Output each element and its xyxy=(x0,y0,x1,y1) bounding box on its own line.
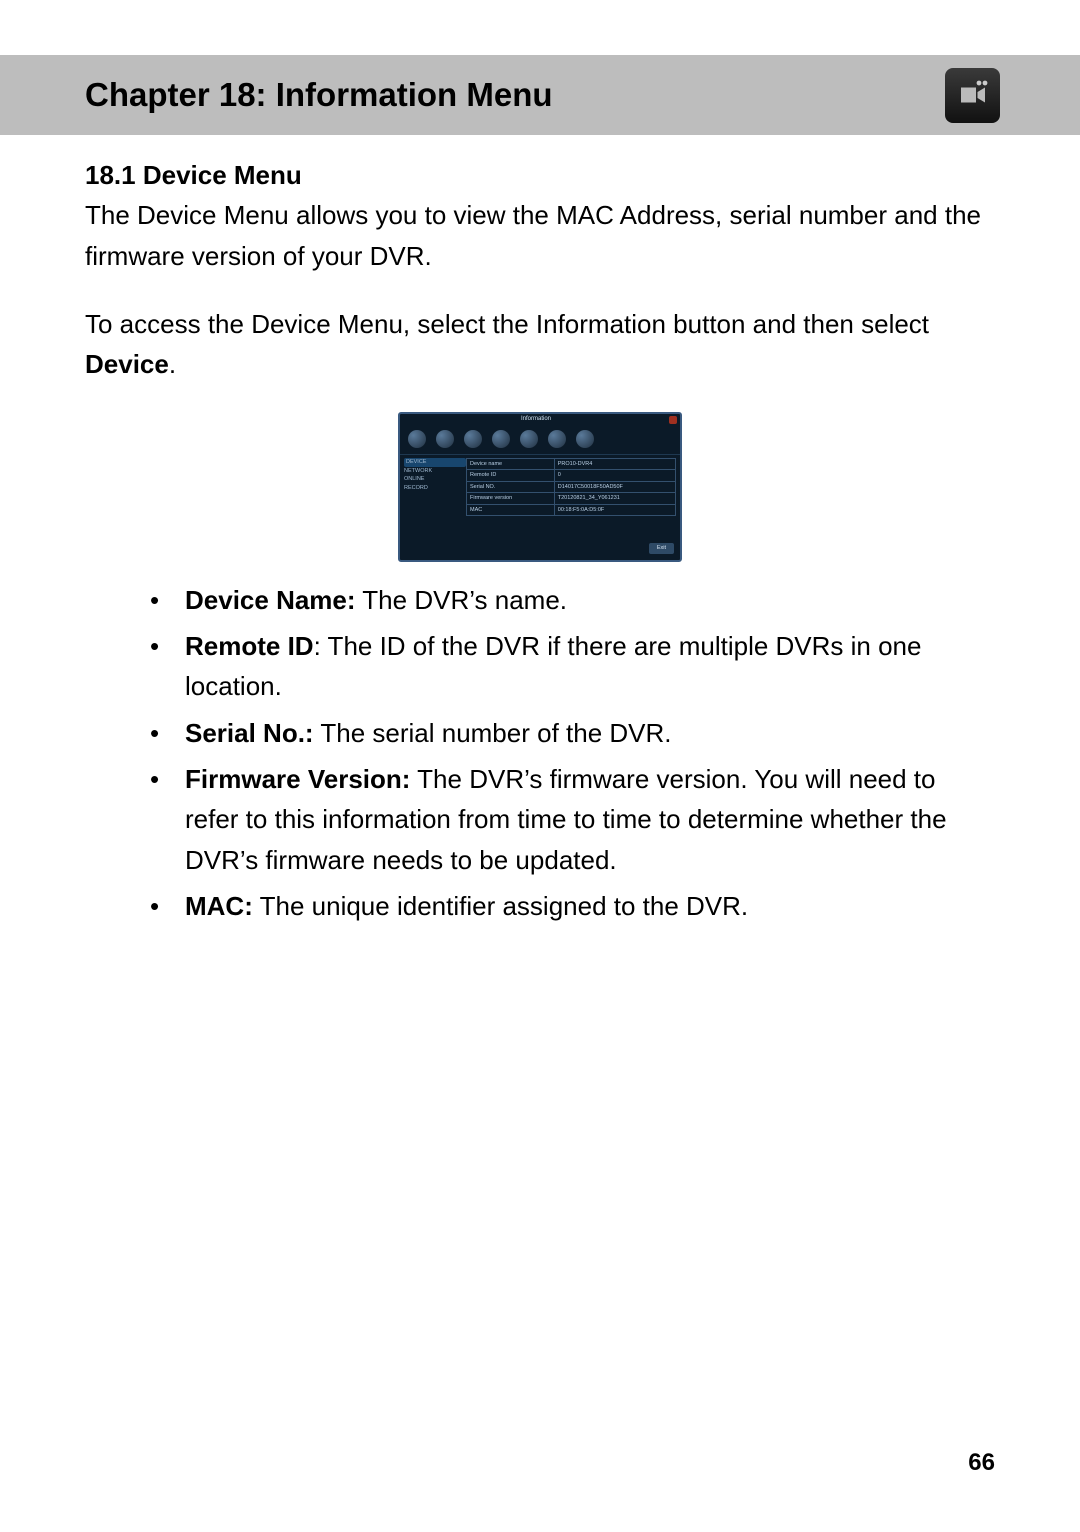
dvr-sidebar: DEVICE NETWORK ONLINE RECORD xyxy=(400,455,466,520)
desc: The serial number of the DVR. xyxy=(314,718,672,748)
chapter-header: Chapter 18: Information Menu xyxy=(0,55,1080,135)
dvr-information-window: Information DEVICE NETWORK ONLINE RECORD… xyxy=(398,412,682,561)
desc: The unique identifier assigned to the DV… xyxy=(253,891,748,921)
dvr-info-table: Device namePRO10-DVR4 Remote ID0 Serial … xyxy=(466,455,680,520)
list-item: Device Name: The DVR’s name. xyxy=(150,580,995,620)
dvr-sidebar-item[interactable]: NETWORK xyxy=(404,467,466,476)
page-body: 18.1 Device Menu The Device Menu allows … xyxy=(0,135,1080,926)
dvr-tab-icon[interactable] xyxy=(464,430,482,448)
dvr-sidebar-item[interactable]: RECORD xyxy=(404,484,466,493)
access-post: . xyxy=(169,349,176,379)
intro-paragraph: The Device Menu allows you to view the M… xyxy=(85,195,995,276)
access-bold: Device xyxy=(85,349,169,379)
camera-app-icon xyxy=(945,68,1000,123)
list-item: Remote ID: The ID of the DVR if there ar… xyxy=(150,626,995,707)
term: Firmware Version: xyxy=(185,764,410,794)
term: Serial No.: xyxy=(185,718,314,748)
list-item: MAC: The unique identifier assigned to t… xyxy=(150,886,995,926)
dvr-window-title: Information xyxy=(521,415,551,424)
section-title: 18.1 Device Menu xyxy=(85,160,302,190)
field-description-list: Device Name: The DVR’s name. Remote ID: … xyxy=(150,580,995,926)
term: Device Name: xyxy=(185,585,356,615)
term: MAC: xyxy=(185,891,253,921)
dvr-tab-icon[interactable] xyxy=(408,430,426,448)
table-row: Serial NO.D14017C50018F50AD50F xyxy=(467,481,676,493)
term: Remote ID xyxy=(185,631,314,661)
dvr-sidebar-item[interactable]: ONLINE xyxy=(404,475,466,484)
list-item: Serial No.: The serial number of the DVR… xyxy=(150,713,995,753)
desc: The DVR’s name. xyxy=(356,585,567,615)
dvr-tab-icon[interactable] xyxy=(492,430,510,448)
page-number: 66 xyxy=(968,1449,995,1477)
table-row: MAC00:18:F5:0A:D5:0F xyxy=(467,504,676,516)
chapter-title: Chapter 18: Information Menu xyxy=(85,76,553,114)
dvr-tab-icon[interactable] xyxy=(576,430,594,448)
access-paragraph: To access the Device Menu, select the In… xyxy=(85,304,995,385)
table-row: Device namePRO10-DVR4 xyxy=(467,458,676,470)
access-text: To access the Device Menu, select the In… xyxy=(85,309,929,339)
table-row: Firmware versionT20120821_34_Y061231 xyxy=(467,493,676,505)
dvr-sidebar-item[interactable]: DEVICE xyxy=(404,458,466,467)
list-item: Firmware Version: The DVR’s firmware ver… xyxy=(150,759,995,880)
exit-button[interactable]: Exit xyxy=(649,543,674,554)
dvr-tab-icon[interactable] xyxy=(520,430,538,448)
close-icon[interactable] xyxy=(669,416,677,424)
dvr-tab-icon[interactable] xyxy=(436,430,454,448)
table-row: Remote ID0 xyxy=(467,470,676,482)
dvr-tab-icon[interactable] xyxy=(548,430,566,448)
dvr-top-icon-row xyxy=(400,426,680,455)
